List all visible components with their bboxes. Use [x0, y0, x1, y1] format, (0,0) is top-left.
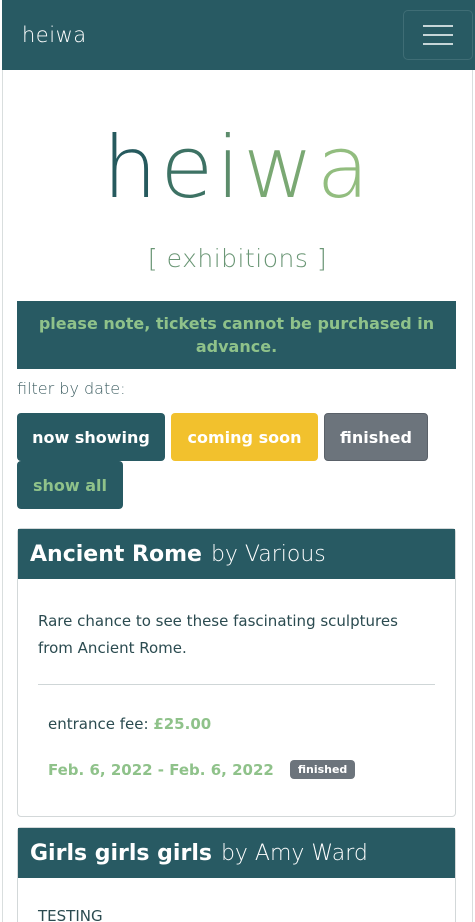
- exhibition-artist: by Various: [210, 541, 326, 567]
- exhibition-description: Rare chance to see these fascinating scu…: [38, 612, 398, 657]
- exhibition-title[interactable]: Girls girls girls: [30, 841, 212, 866]
- filter-now-showing-button[interactable]: now showing: [17, 413, 165, 461]
- exhibition-title[interactable]: Ancient Rome: [30, 542, 202, 567]
- hero-letter: i: [216, 118, 244, 218]
- exhibition-card: Girls girls girls by Amy Ward TESTING: [17, 827, 456, 922]
- exhibition-description: TESTING: [38, 907, 103, 922]
- filter-label: filter by date:: [17, 379, 126, 398]
- hero-letter: w: [243, 118, 317, 218]
- hero-letter: e: [160, 118, 217, 218]
- exhibition-card-body: TESTING: [18, 907, 455, 922]
- navbar-brand[interactable]: heiwa: [22, 23, 87, 47]
- entrance-fee: entrance fee: £25.00: [38, 715, 435, 733]
- page-subtitle: [ exhibitions ]: [147, 244, 328, 273]
- hero-letter: h: [102, 118, 161, 218]
- hero-letter: a: [316, 118, 373, 218]
- exhibition-card: Ancient Rome by Various Rare chance to s…: [17, 528, 456, 817]
- exhibition-card-body: Rare chance to see these fascinating scu…: [18, 608, 455, 780]
- menu-bar-line: [423, 34, 453, 36]
- filter-show-all-button[interactable]: show all: [17, 461, 123, 509]
- exhibition-card-header: Ancient Rome by Various: [18, 529, 455, 579]
- navbar: heiwa: [2, 0, 475, 70]
- exhibition-date-range: Feb. 6, 2022 - Feb. 6, 2022: [48, 760, 274, 779]
- hero-title: heiwa: [0, 125, 475, 211]
- menu-bar-line: [423, 25, 453, 27]
- exhibition-card-header: Girls girls girls by Amy Ward: [18, 828, 455, 878]
- menu-bar-line: [423, 43, 453, 45]
- entrance-fee-value: £25.00: [153, 715, 212, 733]
- hamburger-menu-icon[interactable]: [403, 10, 473, 60]
- status-badge: finished: [289, 760, 356, 780]
- entrance-fee-label: entrance fee:: [48, 715, 149, 733]
- filter-coming-soon-button[interactable]: coming soon: [171, 413, 318, 461]
- divider: [38, 684, 435, 685]
- filter-finished-button[interactable]: finished: [324, 413, 428, 461]
- exhibition-artist: by Amy Ward: [220, 840, 368, 866]
- exhibition-dates: Feb. 6, 2022 - Feb. 6, 2022 finished: [38, 760, 435, 780]
- ticket-notice: please note, tickets cannot be purchased…: [17, 301, 456, 369]
